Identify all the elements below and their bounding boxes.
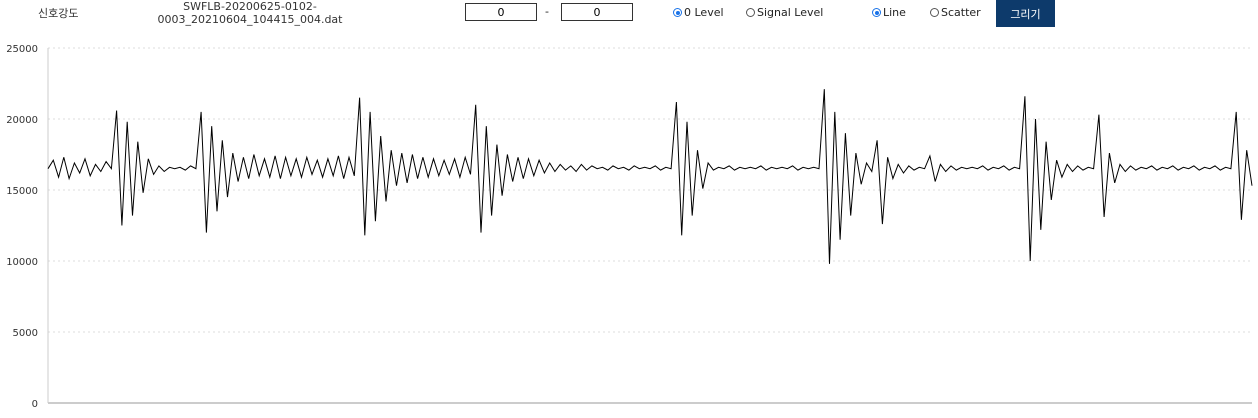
y-tick-label: 10000 [6, 257, 38, 268]
y-tick-label: 5000 [13, 328, 38, 339]
signal-chart: 25000 20000 15000 10000 5000 0 [6, 44, 1253, 410]
chart-title-label: 신호강도 [38, 7, 79, 20]
draw-button[interactable]: 그리기 [996, 0, 1055, 27]
y-tick-label: 25000 [6, 44, 38, 55]
radio-scatter-label: Scatter [941, 6, 981, 19]
radio-unchecked-icon [930, 8, 939, 17]
file-name: SWFLB-20200625-0102- 0003_20210604_10441… [150, 0, 350, 26]
range-start-input[interactable] [465, 3, 537, 21]
y-tick-label: 15000 [6, 186, 38, 197]
y-tick-label: 20000 [6, 115, 38, 126]
radio-line-label: Line [883, 6, 906, 19]
signal-series-line [47, 89, 1253, 264]
radio-unchecked-icon [746, 8, 755, 17]
radio-zero-level[interactable]: 0 Level [673, 6, 724, 19]
file-name-line-2: 0003_20210604_104415_004.dat [157, 13, 343, 26]
grid-lines [48, 47, 1252, 404]
radio-signal-level-label: Signal Level [757, 6, 824, 19]
y-tick-label: 0 [32, 399, 38, 410]
radio-zero-level-label: 0 Level [684, 6, 724, 19]
radio-scatter[interactable]: Scatter [930, 6, 981, 19]
toolbar: 신호강도 SWFLB-20200625-0102- 0003_20210604_… [0, 0, 1258, 34]
radio-checked-icon [673, 8, 682, 17]
radio-checked-icon [872, 8, 881, 17]
radio-signal-level[interactable]: Signal Level [746, 6, 823, 19]
range-end-input[interactable] [561, 3, 633, 21]
range-separator: - [545, 5, 549, 18]
y-axis: 25000 20000 15000 10000 5000 0 [6, 44, 49, 410]
file-name-line-1: SWFLB-20200625-0102- [183, 0, 317, 13]
radio-line[interactable]: Line [872, 6, 906, 19]
